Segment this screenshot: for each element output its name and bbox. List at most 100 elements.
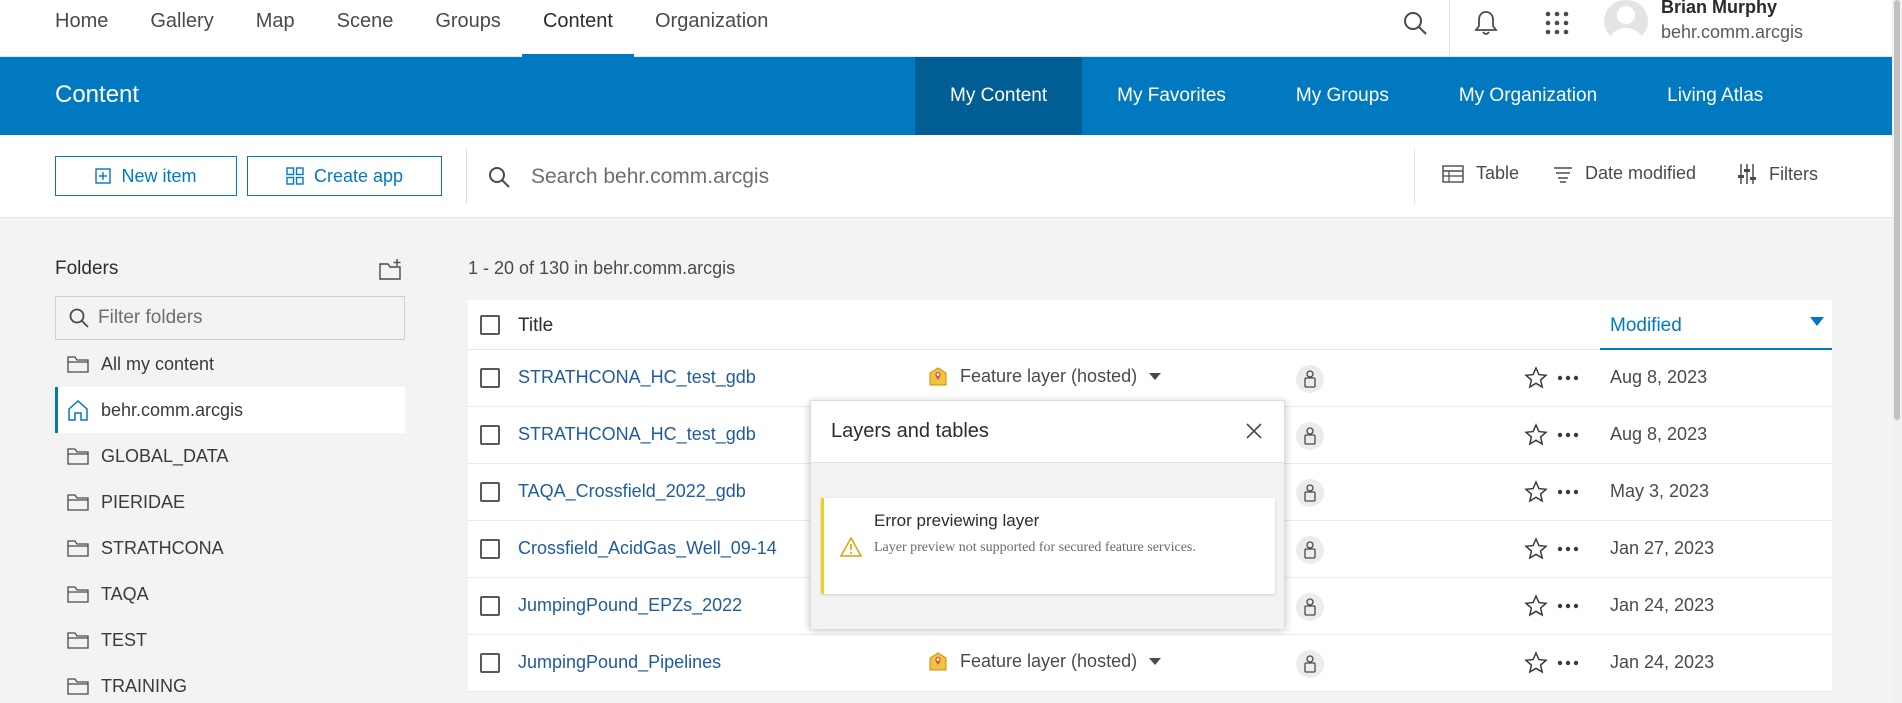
favorite-star-icon[interactable] (1524, 366, 1548, 390)
view-table-button[interactable]: Table (1442, 163, 1519, 184)
item-title-link[interactable]: JumpingPound_Pipelines (518, 652, 721, 673)
folder-label: TRAINING (101, 675, 188, 696)
folder-item-strathcona[interactable]: STRATHCONA (55, 525, 405, 571)
folder-item-global-data[interactable]: GLOBAL_DATA (55, 433, 405, 479)
more-options-icon[interactable] (1554, 366, 1582, 390)
more-options-icon[interactable] (1554, 480, 1582, 504)
row-checkbox[interactable] (480, 539, 500, 559)
nav-item-scene[interactable]: Scene (316, 0, 415, 57)
tab-living-atlas[interactable]: Living Atlas (1632, 57, 1798, 135)
folder-item-training[interactable]: TRAINING (55, 663, 405, 703)
folder-label: TAQA (101, 583, 149, 604)
tab-my-organization[interactable]: My Organization (1424, 57, 1632, 135)
folder-label: behr.comm.arcgis (101, 399, 244, 420)
row-checkbox[interactable] (480, 425, 500, 445)
item-title-link[interactable]: STRATHCONA_HC_test_gdb (518, 424, 756, 445)
folder-label: PIERIDAE (101, 491, 186, 512)
nav-item-groups[interactable]: Groups (414, 0, 522, 57)
new-folder-icon[interactable] (378, 258, 402, 282)
nav-item-map[interactable]: Map (235, 0, 316, 57)
folder-item-taqa[interactable]: TAQA (55, 571, 405, 617)
column-header-modified-label: Modified (1610, 315, 1682, 336)
favorite-star-icon[interactable] (1524, 651, 1548, 675)
folder-item-pieridae[interactable]: PIERIDAE (55, 479, 405, 525)
error-notice: Error previewing layer Layer preview not… (821, 498, 1275, 594)
notice-message: Layer preview not supported for secured … (874, 540, 1196, 555)
new-item-button[interactable]: New item (55, 156, 237, 196)
search-input[interactable] (531, 164, 1331, 189)
folder-item-test[interactable]: TEST (55, 617, 405, 663)
nav-item-home[interactable]: Home (34, 0, 129, 57)
user-name[interactable]: Brian Murphy (1661, 0, 1777, 18)
favorite-star-icon[interactable] (1524, 480, 1548, 504)
row-checkbox[interactable] (480, 596, 500, 616)
item-title-link[interactable]: STRATHCONA_HC_test_gdb (518, 367, 756, 388)
nav-item-organization[interactable]: Organization (634, 0, 789, 57)
sharing-private-icon (1296, 479, 1324, 507)
create-app-button[interactable]: Create app (247, 156, 442, 196)
chevron-down-icon (1149, 372, 1162, 380)
more-options-icon[interactable] (1554, 594, 1582, 618)
notifications-bell-icon[interactable] (1466, 0, 1506, 45)
favorite-star-icon[interactable] (1524, 594, 1548, 618)
favorite-star-icon[interactable] (1524, 537, 1548, 561)
warning-icon (840, 536, 862, 557)
page-scrollbar[interactable] (1892, 0, 1902, 703)
more-options-icon[interactable] (1554, 423, 1582, 447)
plus-square-icon (95, 168, 112, 184)
item-modified-date: Aug 8, 2023 (1610, 367, 1708, 387)
view-table-label: Table (1476, 163, 1520, 183)
content-toolbar: New item Create app Table Date modified … (0, 135, 1892, 218)
more-options-icon[interactable] (1554, 537, 1582, 561)
filter-folders-input[interactable] (98, 307, 398, 329)
item-modified-date: Jan 24, 2023 (1610, 652, 1715, 672)
item-type-dropdown[interactable]: Feature layer (hosted) (928, 650, 1162, 672)
column-header-title[interactable]: Title (518, 315, 553, 337)
tab-my-content[interactable]: My Content (915, 57, 1083, 135)
search-icon[interactable] (1395, 0, 1435, 45)
toolbar-divider (1414, 149, 1415, 204)
item-type-dropdown[interactable]: Feature layer (hosted) (928, 365, 1162, 387)
row-checkbox[interactable] (480, 368, 500, 388)
row-checkbox[interactable] (480, 653, 500, 673)
close-icon[interactable] (1244, 421, 1264, 441)
folder-item-home[interactable]: behr.comm.arcgis (55, 387, 405, 433)
folder-item-all-my-content[interactable]: All my content (55, 341, 405, 387)
page-title: Content (55, 81, 140, 108)
feature-layer-icon (929, 652, 947, 671)
app-launcher-grid-icon[interactable] (1537, 0, 1577, 45)
folder-icon (67, 448, 89, 465)
more-options-icon[interactable] (1554, 651, 1582, 675)
popup-header: Layers and tables (811, 401, 1284, 463)
tab-my-favorites[interactable]: My Favorites (1082, 57, 1261, 135)
favorite-star-icon[interactable] (1524, 423, 1548, 447)
filter-folders-field (55, 296, 405, 340)
user-org: behr.comm.arcgis (1661, 22, 1804, 42)
new-item-label: New item (121, 165, 197, 186)
folder-label: TEST (101, 629, 148, 650)
row-checkbox[interactable] (480, 482, 500, 502)
nav-item-content[interactable]: Content (521, 0, 635, 57)
sort-icon (1554, 166, 1572, 183)
user-avatar[interactable] (1604, 0, 1648, 42)
sort-date-modified-button[interactable]: Date modified (1553, 163, 1696, 184)
results-count: 1 - 20 of 130 in behr.comm.arcgis (468, 258, 736, 278)
select-all-checkbox[interactable] (480, 315, 500, 335)
scrollbar-thumb[interactable] (1894, 0, 1900, 420)
sort-descending-icon (1810, 317, 1824, 326)
filters-button[interactable]: Filters (1737, 163, 1818, 185)
item-title-link[interactable]: Crossfield_AcidGas_Well_09-14 (518, 538, 777, 559)
item-title-link[interactable]: TAQA_Crossfield_2022_gdb (518, 481, 746, 502)
folders-heading: Folders (55, 258, 119, 279)
sharing-private-icon (1296, 422, 1324, 450)
tab-my-groups[interactable]: My Groups (1261, 57, 1424, 135)
item-title-link[interactable]: JumpingPound_EPZs_2022 (518, 595, 742, 616)
nav-item-gallery[interactable]: Gallery (129, 0, 234, 57)
folder-label: GLOBAL_DATA (101, 445, 229, 466)
column-header-modified[interactable]: Modified (1600, 300, 1832, 350)
table-icon (1442, 164, 1464, 183)
folder-icon (67, 678, 89, 695)
folder-icon (67, 356, 89, 373)
apps-icon (286, 167, 304, 185)
filters-sliders-icon (1738, 164, 1756, 184)
